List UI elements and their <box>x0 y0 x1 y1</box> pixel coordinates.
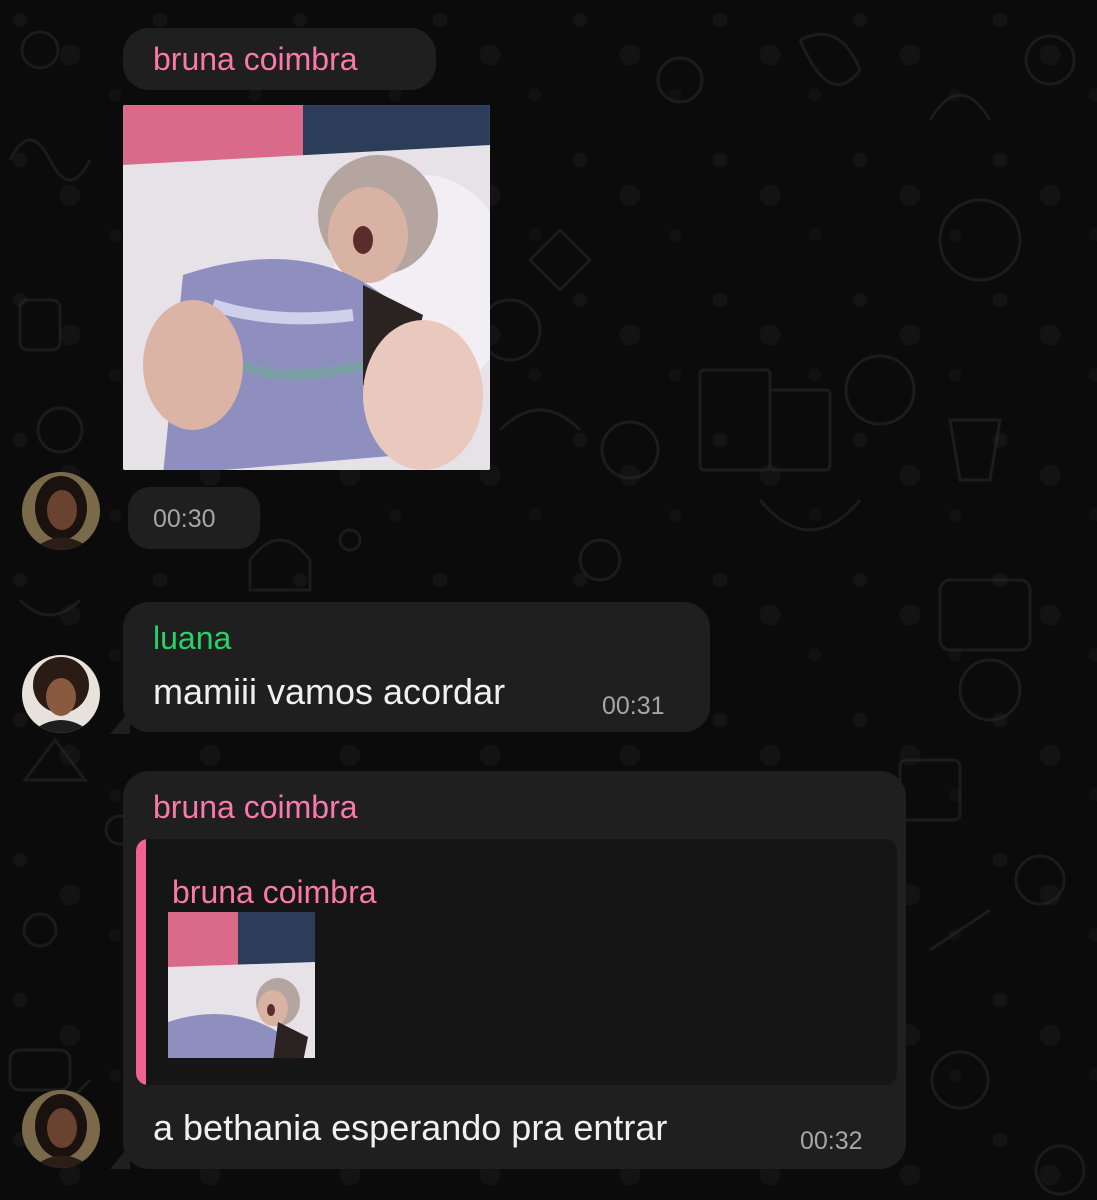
sender-name: luana <box>153 620 232 656</box>
message-image-bubble[interactable]: bruna coimbra <box>123 28 436 90</box>
message-text-bubble[interactable]: luana mamiii vamos acordar 00:31 <box>123 602 710 732</box>
message-text: mamiii vamos acordar <box>153 671 506 712</box>
avatar-bruna-icon <box>22 472 100 550</box>
shared-image[interactable] <box>123 105 490 470</box>
quote-bar <box>136 839 146 1085</box>
quoted-message[interactable]: bruna coimbra <box>136 839 897 1085</box>
avatar-bruna-icon <box>22 1090 100 1168</box>
sender-name: bruna coimbra <box>153 789 358 825</box>
message-time: 00:32 <box>800 1127 863 1155</box>
message-time-bubble: 00:30 <box>128 487 260 549</box>
quoted-photo <box>168 912 315 1058</box>
sender-name: bruna coimbra <box>153 41 358 77</box>
avatar-luana[interactable] <box>22 655 100 733</box>
quoted-image-thumbnail <box>168 912 315 1058</box>
photo-placeholder <box>123 105 490 470</box>
quoted-sender-name: bruna coimbra <box>172 874 377 910</box>
avatar-bruna[interactable] <box>22 1090 100 1168</box>
message-time: 00:31 <box>602 692 665 720</box>
avatar-luana-icon <box>22 655 100 733</box>
message-reply-bubble[interactable]: bruna coimbra bruna coimbra a bethania e… <box>123 771 906 1169</box>
message-time: 00:30 <box>153 505 216 533</box>
avatar-bruna[interactable] <box>22 472 100 550</box>
message-text: a bethania esperando pra entrar <box>153 1107 668 1148</box>
